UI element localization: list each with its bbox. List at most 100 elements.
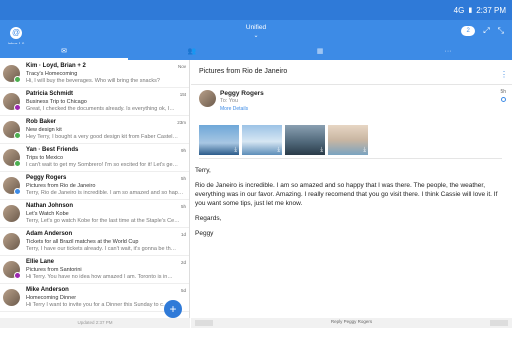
message-time: 23m (177, 120, 186, 125)
message-sender: Nathan Johnson (26, 203, 74, 209)
message-subject: New design kit (26, 127, 62, 133)
attachment-thumbnail[interactable]: ⤓ (242, 125, 282, 155)
tab-mail[interactable]: ✉ (0, 44, 128, 60)
message-preview: Hi Terry. You have no idea how amazed I … (26, 274, 173, 280)
download-icon: ⤓ (363, 147, 366, 153)
more-icon: ··· (444, 48, 452, 55)
message-item[interactable]: Kim · Loyd, Brian + 2 Tracy's Homecoming… (0, 60, 189, 88)
message-sender: Patricia Schmidt (26, 91, 74, 97)
account-dot (14, 272, 21, 279)
overflow-menu-icon[interactable]: ⋮ (500, 70, 508, 79)
account-dot (14, 188, 21, 195)
message-preview: Terry, Rio de Janeiro is incredible. I a… (26, 190, 184, 196)
star-icon[interactable] (501, 97, 506, 102)
message-item[interactable]: Yan · Best Friends Trips to Mexico I can… (0, 144, 189, 172)
message-preview: Hi, I will buy the beverages. Who will b… (26, 78, 160, 84)
people-icon: 👥 (187, 48, 197, 55)
message-detail: Pictures from Rio de Janeiro ⋮ Peggy Rog… (191, 60, 512, 328)
account-dot (14, 104, 21, 111)
message-sender: Mike Anderson (26, 287, 69, 293)
compose-button[interactable]: + (164, 300, 182, 318)
message-time: 5h (180, 204, 186, 209)
message-item[interactable]: Patricia Schmidt Business Trip to Chicag… (0, 88, 189, 116)
download-icon: ⤓ (320, 147, 323, 153)
expand-icon[interactable]: ⤢ (483, 26, 489, 36)
status-bar: 4G ▮ 2:37 PM (0, 0, 512, 20)
message-body: Terry, Rio de Janeiro is incredible. I a… (195, 166, 507, 244)
avatar (3, 289, 20, 306)
message-preview: Great, I checked the documents already. … (26, 106, 175, 112)
message-preview: I can't wait to get my Sombrero! I'm so … (26, 162, 179, 168)
reply-bar: Reply Peggy Rogers (191, 318, 512, 328)
account-dot (14, 160, 21, 167)
detail-sender[interactable]: Peggy Rogers (220, 90, 264, 97)
tab-more[interactable]: ··· (384, 44, 512, 60)
message-subject: Pictures from Santorini (26, 267, 82, 273)
notification-badge[interactable]: 2 (461, 26, 476, 36)
body-paragraph: Regards, (195, 215, 222, 222)
account-dot (14, 76, 21, 83)
message-time: 2d (180, 260, 186, 265)
attachment-thumbnails: ⤓ ⤓ ⤓ ⤓ (199, 125, 368, 155)
message-time: 15t (179, 92, 186, 97)
divider (191, 84, 512, 85)
detail-recipient: To: You (220, 98, 239, 104)
message-subject: Homecoming Dinner (26, 295, 77, 301)
body-paragraph: Terry, (195, 167, 211, 174)
attachment-thumbnail[interactable]: ⤓ (328, 125, 368, 155)
message-sender: Rob Baker (26, 119, 57, 125)
attachment-thumbnail[interactable]: ⤓ (199, 125, 239, 155)
message-item[interactable]: Peggy Rogers Pictures from Rio de Janeir… (0, 172, 189, 200)
more-details-link[interactable]: More Details (220, 106, 248, 112)
message-time: 9h (180, 148, 186, 153)
app-bar-actions: 2 ⤢ ⤡ (461, 26, 504, 36)
message-sender: Yan · Best Friends (26, 147, 79, 153)
message-list: Kim · Loyd, Brian + 2 Tracy's Homecoming… (0, 60, 190, 328)
message-item[interactable]: Mike Anderson Homecoming Dinner Hi Terry… (0, 284, 189, 312)
message-subject: Business Trip to Chicago (26, 99, 87, 105)
message-sender: Peggy Rogers (26, 175, 67, 181)
tab-calendar[interactable]: ▦ (256, 44, 384, 60)
message-sender: Kim · Loyd, Brian + 2 (26, 63, 86, 69)
body-paragraph: Peggy (195, 230, 214, 237)
signal-indicator: 4G (453, 5, 465, 15)
message-item[interactable]: Adam Anderson Tickets for all Brazil mat… (0, 228, 189, 256)
body-paragraph: Rio de Janeiro is incredible. I am so am… (195, 182, 498, 207)
avatar (3, 205, 20, 222)
message-time: 5d (180, 288, 186, 293)
message-subject: Tickets for all Brazil matches at the Wo… (26, 239, 139, 245)
message-preview: Hey Terry, I bought a very good design k… (26, 134, 179, 140)
chevron-down-icon[interactable]: ⌄ (0, 32, 512, 39)
message-item[interactable]: Rob Baker New design kit Hey Terry, I bo… (0, 116, 189, 144)
message-sender: Ellie Lane (26, 259, 55, 265)
system-nav-bar (0, 328, 512, 338)
calendar-icon: ▦ (316, 48, 324, 55)
message-subject: Tracy's Homecoming (26, 71, 78, 77)
reply-button[interactable]: Reply Peggy Rogers (191, 319, 512, 324)
status-time: 2:37 PM (476, 5, 506, 15)
detail-time: 5h (500, 89, 506, 95)
tab-bar: ✉ 👥 ▦ ··· (0, 44, 512, 60)
tab-people[interactable]: 👥 (128, 44, 256, 60)
plus-icon: + (169, 302, 177, 316)
folder-title[interactable]: Unified (0, 24, 512, 31)
divider (199, 158, 502, 159)
message-preview: Terry, I have our tickets already. I can… (26, 246, 177, 252)
message-time: 1d (180, 232, 186, 237)
attachment-thumbnail[interactable]: ⤓ (285, 125, 325, 155)
message-subject: Pictures from Rio de Janeiro (26, 183, 96, 189)
message-item[interactable]: Ellie Lane Pictures from Santorini Hi Te… (0, 256, 189, 284)
download-icon: ⤓ (277, 147, 280, 153)
app-bar: @ Inbox 1.0 Unified ⌄ 2 ⤢ ⤡ (0, 20, 512, 46)
mail-icon: ✉ (61, 48, 67, 55)
message-time: 5h (180, 176, 186, 181)
account-dot (14, 132, 21, 139)
next-message-button[interactable] (490, 320, 508, 326)
message-time: Nov (177, 64, 186, 69)
detail-subject: Pictures from Rio de Janeiro (199, 68, 288, 75)
fullscreen-icon[interactable]: ⤡ (498, 26, 504, 36)
battery-icon: ▮ (468, 7, 473, 14)
message-item[interactable]: Nathan Johnson Let's Watch Kobe Terry, L… (0, 200, 189, 228)
message-subject: Trips to Mexico (26, 155, 64, 161)
sync-status: Updated 2:37 PM (0, 318, 190, 328)
